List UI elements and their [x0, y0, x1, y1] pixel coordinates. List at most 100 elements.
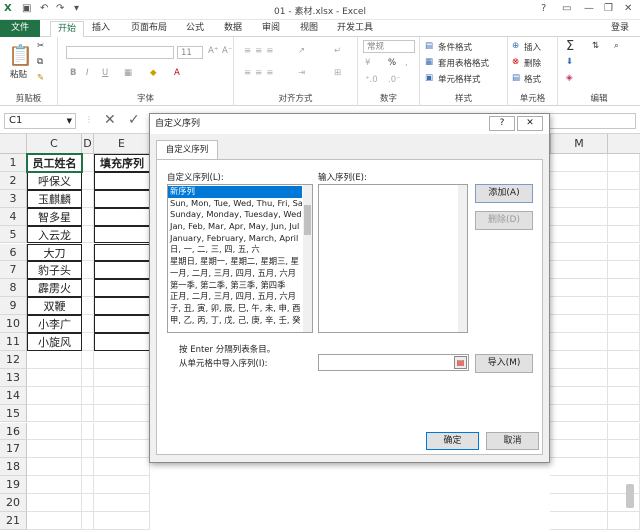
grid-cell[interactable]	[82, 368, 94, 387]
add-button[interactable]: 添加(A)	[475, 184, 533, 203]
list-item[interactable]: Jan, Feb, Mar, Apr, May, Jun, Jul	[168, 221, 302, 233]
help-icon[interactable]: ?	[541, 3, 546, 14]
row-header[interactable]: 7	[0, 261, 27, 280]
list-item[interactable]: Sun, Mon, Tue, Wed, Thu, Fri, Sat	[168, 198, 302, 210]
list-item[interactable]: Sunday, Monday, Tuesday, Wednesday	[168, 209, 302, 221]
range-selector-icon[interactable]: ▤	[454, 356, 467, 369]
row-header[interactable]: 9	[0, 297, 27, 316]
grid-cell[interactable]	[550, 207, 608, 226]
grid-cell[interactable]	[82, 350, 94, 369]
grid-cell[interactable]	[550, 297, 608, 316]
row-header[interactable]: 20	[0, 494, 27, 512]
vertical-align-icons[interactable]: ≡≡≡	[244, 46, 277, 56]
grid-cell[interactable]	[94, 225, 150, 244]
grid-cell[interactable]	[82, 404, 94, 423]
column-header-n[interactable]	[608, 134, 640, 154]
grid-cell[interactable]	[94, 333, 150, 351]
list-item[interactable]: 子, 丑, 寅, 卯, 辰, 巳, 午, 未, 申, 酉	[168, 303, 302, 315]
grid-cell[interactable]	[27, 476, 82, 495]
cell-employee-name[interactable]: 小李广	[27, 315, 82, 333]
grid-cell[interactable]	[550, 422, 608, 441]
vertical-scrollbar-thumb[interactable]	[626, 484, 634, 508]
list-item[interactable]: 甲, 乙, 丙, 丁, 戊, 己, 庚, 辛, 壬, 癸	[168, 315, 302, 327]
tab-home[interactable]: 开始	[50, 21, 84, 38]
font-color-icon[interactable]: A	[174, 68, 180, 78]
grid-cell[interactable]	[82, 154, 94, 172]
cell-employee-name[interactable]: 大刀	[27, 243, 82, 262]
merge-icon[interactable]: ⊞	[334, 68, 341, 78]
conditional-format-button[interactable]: 条件格式	[438, 41, 472, 53]
delete-button[interactable]: 删除	[524, 57, 541, 69]
percent-button[interactable]: %	[388, 58, 396, 68]
grid-cell[interactable]	[94, 207, 150, 226]
grid-cell[interactable]	[608, 261, 640, 280]
grid-cell[interactable]	[550, 315, 608, 333]
tab-review[interactable]: 审阅	[256, 21, 286, 36]
grid-cell[interactable]	[608, 297, 640, 316]
dialog-close-button[interactable]: ✕	[517, 116, 543, 131]
font-size-dropdown[interactable]: 11	[177, 46, 203, 59]
grid-cell[interactable]	[94, 279, 150, 298]
grid-cell[interactable]	[608, 422, 640, 441]
list-item[interactable]: 星期日, 星期一, 星期二, 星期三, 星	[168, 256, 302, 268]
row-header[interactable]: 16	[0, 422, 27, 441]
row-header[interactable]: 6	[0, 243, 27, 262]
close-button[interactable]: ✕	[624, 3, 632, 14]
grid-cell[interactable]	[550, 225, 608, 244]
tab-view[interactable]: 视图	[294, 21, 324, 36]
format-icon[interactable]: ▤	[512, 73, 520, 83]
bold-button[interactable]: B	[70, 68, 76, 78]
grid-cell[interactable]	[27, 458, 82, 477]
grid-cell[interactable]	[27, 440, 82, 459]
row-header[interactable]: 19	[0, 476, 27, 495]
grid-cell[interactable]	[608, 171, 640, 190]
cell-employee-name[interactable]: 霹雳火	[27, 279, 82, 298]
grid-cell[interactable]	[82, 386, 94, 405]
cell-e1-header[interactable]: 填充序列	[94, 154, 150, 172]
grid-cell[interactable]	[550, 350, 608, 369]
delete-list-button[interactable]: 删除(D)	[475, 211, 533, 230]
tab-insert[interactable]: 插入	[86, 21, 116, 36]
grid-cell[interactable]	[27, 386, 82, 405]
grid-cell[interactable]	[27, 350, 82, 369]
grid-cell[interactable]	[82, 512, 94, 530]
grid-cell[interactable]	[27, 368, 82, 387]
grid-cell[interactable]	[82, 297, 94, 316]
grid-cell[interactable]	[608, 225, 640, 244]
grid-cell[interactable]	[550, 368, 608, 387]
table-format-button[interactable]: 套用表格格式	[438, 57, 489, 69]
select-all-corner[interactable]	[0, 134, 27, 154]
column-header-d[interactable]: D	[82, 134, 94, 154]
row-header[interactable]: 4	[0, 207, 27, 226]
currency-icon[interactable]: ¥	[365, 58, 370, 68]
italic-button[interactable]: I	[86, 68, 89, 78]
formula-input[interactable]	[550, 113, 636, 129]
paste-button[interactable]: 粘贴	[10, 68, 27, 80]
horizontal-align-icons[interactable]: ≡≡≡	[244, 68, 277, 78]
font-name-dropdown[interactable]	[66, 46, 174, 59]
tab-file[interactable]: 文件	[0, 20, 40, 37]
list-item[interactable]: 第一季, 第二季, 第三季, 第四季	[168, 280, 302, 292]
grid-cell[interactable]	[608, 315, 640, 333]
table-format-icon[interactable]: ▦	[425, 57, 433, 67]
dialog-help-button[interactable]: ?	[489, 116, 515, 131]
custom-lists-listbox[interactable]: 新序列 Sun, Mon, Tue, Wed, Thu, Fri, Sat Sund…	[167, 184, 313, 333]
delete-icon[interactable]: ⊗	[512, 57, 519, 67]
grid-cell[interactable]	[608, 333, 640, 351]
cancel-button[interactable]: 取消	[486, 432, 539, 450]
grid-cell[interactable]	[94, 440, 150, 459]
grid-cell[interactable]	[94, 189, 150, 208]
grid-cell[interactable]	[94, 458, 150, 477]
increase-decimal-icon[interactable]: ⁺.0	[365, 75, 378, 85]
insert-button[interactable]: 插入	[524, 41, 541, 53]
cell-employee-name[interactable]: 小旋风	[27, 333, 82, 351]
sort-filter-icon[interactable]: ⇅	[592, 41, 599, 51]
grid-cell[interactable]	[550, 243, 608, 262]
orientation-icon[interactable]: ↗	[298, 46, 305, 56]
list-item[interactable]: 正月, 二月, 三月, 四月, 五月, 六月	[168, 291, 302, 303]
cell-employee-name[interactable]: 双鞭	[27, 297, 82, 316]
row-header[interactable]: 1	[0, 154, 27, 172]
login-link[interactable]: 登录	[604, 21, 636, 36]
row-header[interactable]: 11	[0, 333, 27, 351]
grid-cell[interactable]	[94, 350, 150, 369]
